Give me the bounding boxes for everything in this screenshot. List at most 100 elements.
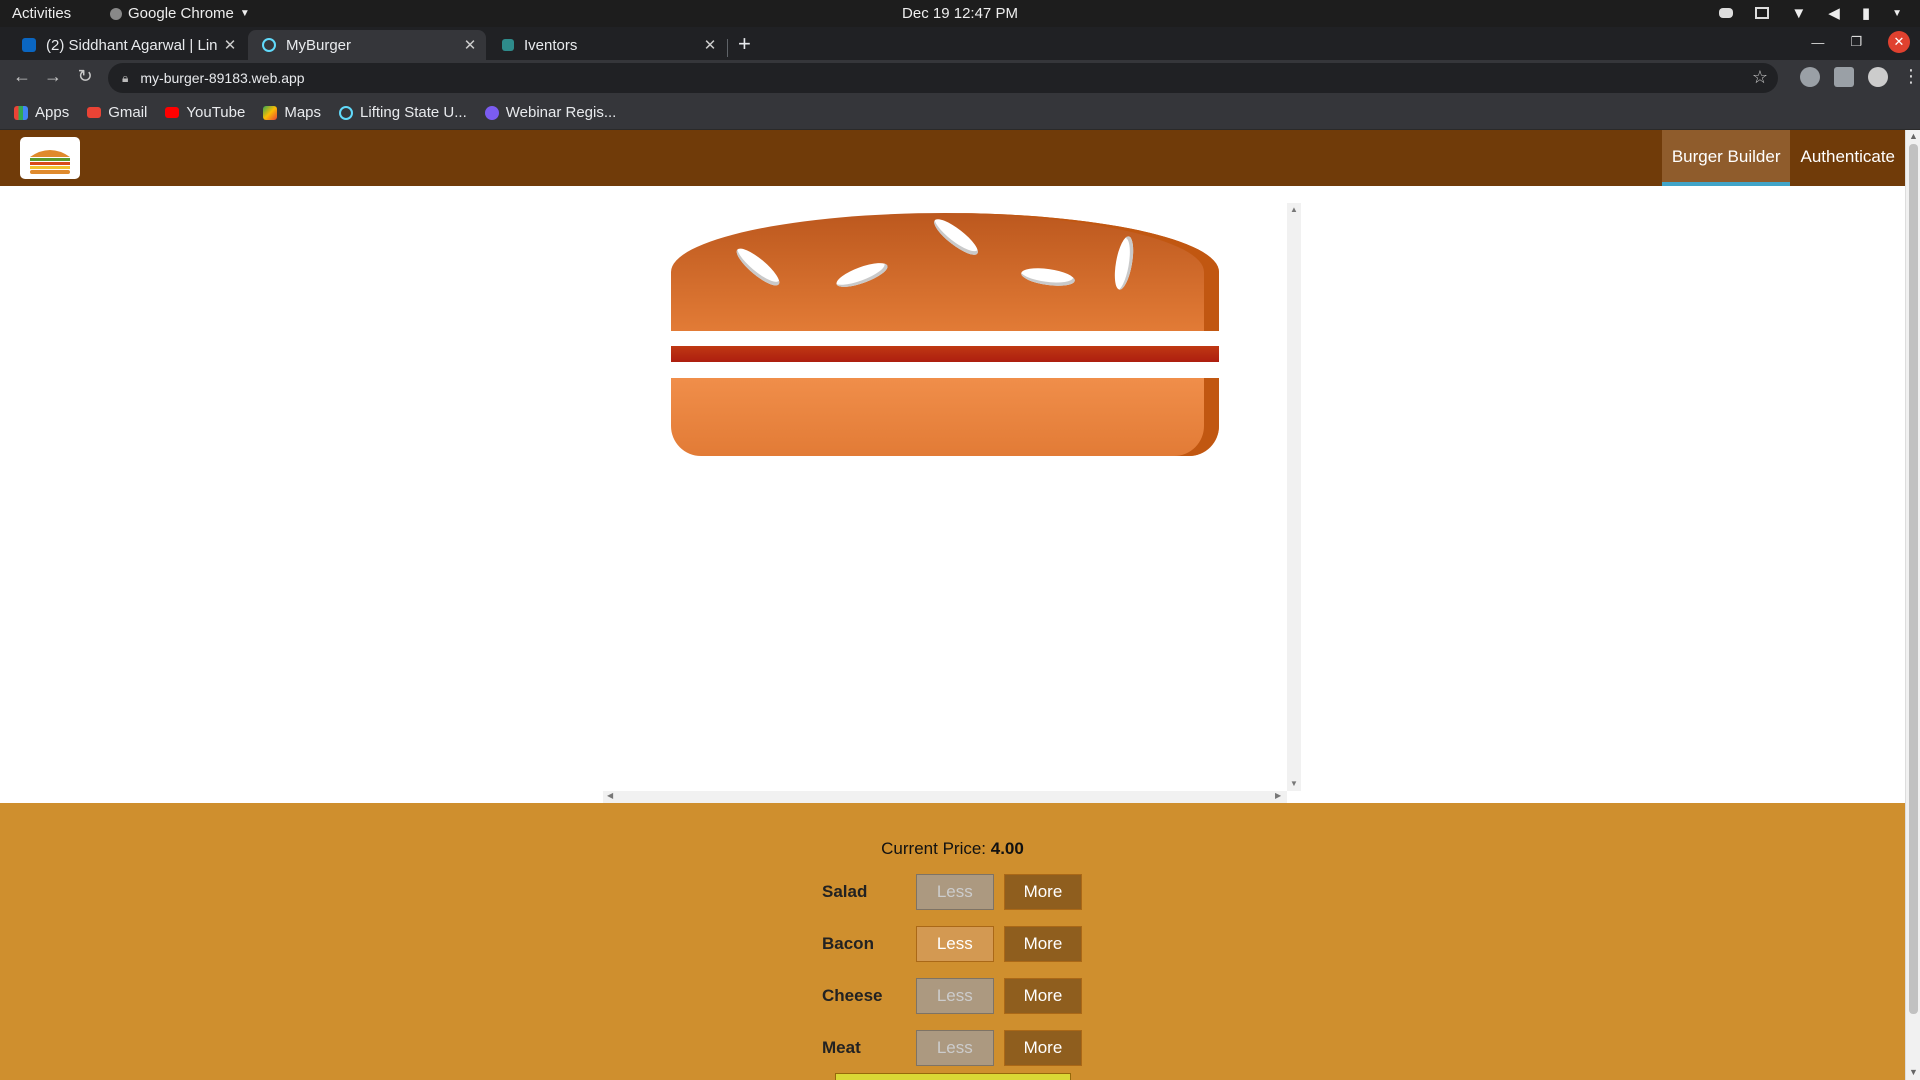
bookmark-label: Apps xyxy=(35,104,70,121)
tab-title: Iventors xyxy=(524,36,578,54)
bread-top xyxy=(671,213,1219,331)
close-tab-icon[interactable]: ✕ xyxy=(458,36,482,54)
scroll-left-icon[interactable]: ◀ xyxy=(607,791,613,800)
burger-logo[interactable] xyxy=(20,137,80,179)
wifi-icon[interactable]: ▼ xyxy=(1791,5,1806,22)
tab-iventors[interactable]: Iventors ✕ xyxy=(488,30,726,60)
clock[interactable]: Dec 19 12:47 PM xyxy=(0,5,1920,22)
close-tab-icon[interactable]: ✕ xyxy=(698,36,722,54)
bacon-more-button[interactable]: More xyxy=(1003,926,1082,962)
extension-icon[interactable] xyxy=(1800,66,1820,87)
puzzle-icon[interactable] xyxy=(1834,66,1854,87)
salad-more-button[interactable]: More xyxy=(1003,874,1082,910)
minimize-icon[interactable]: — xyxy=(1811,35,1824,50)
apps-grid-icon xyxy=(14,105,28,120)
scroll-thumb[interactable] xyxy=(1909,144,1918,1014)
more-menu-icon[interactable]: ⋮ xyxy=(1902,66,1920,87)
control-bacon: Bacon Less More xyxy=(822,926,1092,962)
url-text[interactable]: my-burger-89183.web.app xyxy=(140,70,304,86)
tab-title: (2) Siddhant Agarwal | Lin xyxy=(46,36,218,54)
maps-icon xyxy=(263,105,278,120)
build-controls: Current Price: 4.00 Salad Less More Baco… xyxy=(0,803,1905,1080)
restore-icon[interactable]: ❐ xyxy=(1850,34,1862,50)
burger-scrollbar-horizontal[interactable]: ◀ ▶ xyxy=(603,791,1287,803)
system-tray[interactable]: ▼ ◀ ▮ ▼ xyxy=(1719,4,1902,22)
scroll-down-icon[interactable]: ▼ xyxy=(1909,1067,1918,1077)
burger-scrollbar-vertical[interactable]: ▲ ▼ xyxy=(1287,203,1301,791)
app-nav: Burger Builder Authenticate xyxy=(1661,130,1905,186)
control-label: Salad xyxy=(822,882,868,901)
meat-less-button[interactable]: Less xyxy=(915,1030,994,1066)
browser-toolbar: ← → ↻ 🔒︎ my-burger-89183.web.app ☆ ⋮ xyxy=(0,60,1920,96)
discord-icon[interactable] xyxy=(1719,8,1734,18)
burger-preview: ▲ ▼ ◀ ▶ xyxy=(603,203,1303,803)
bookmark-lifting-state[interactable]: Lifting State U... xyxy=(339,104,467,121)
iventors-icon xyxy=(502,39,514,51)
power-menu-icon[interactable]: ▼ xyxy=(1892,8,1902,19)
react-icon xyxy=(262,38,276,52)
close-tab-icon[interactable]: ✕ xyxy=(218,36,242,54)
volume-icon[interactable]: ◀ xyxy=(1828,4,1840,22)
control-cheese: Cheese Less More xyxy=(822,978,1092,1014)
bookmark-youtube[interactable]: YouTube xyxy=(165,104,245,121)
linkedin-icon xyxy=(22,38,36,52)
tab-strip: (2) Siddhant Agarwal | Lin ✕ MyBurger ✕ … xyxy=(0,27,1920,60)
bookmark-maps[interactable]: Maps xyxy=(263,104,321,121)
gmail-icon xyxy=(87,107,102,118)
window-controls: — ❐ ✕ xyxy=(1811,31,1910,53)
tab-myburger[interactable]: MyBurger ✕ xyxy=(248,30,486,60)
control-meat: Meat Less More xyxy=(822,1030,1092,1066)
order-now-button[interactable] xyxy=(835,1073,1071,1080)
seed xyxy=(929,214,983,260)
bookmark-label: Gmail xyxy=(108,104,148,121)
bookmark-label: Lifting State U... xyxy=(360,104,467,121)
react-icon xyxy=(339,105,354,120)
bookmark-apps[interactable]: Apps xyxy=(14,104,69,121)
control-label: Bacon xyxy=(822,934,874,953)
lock-icon[interactable]: 🔒︎ xyxy=(122,71,128,86)
bookmark-gmail[interactable]: Gmail xyxy=(87,104,147,121)
bookmark-star-icon[interactable]: ☆ xyxy=(1752,67,1768,88)
tab-linkedin[interactable]: (2) Siddhant Agarwal | Lin ✕ xyxy=(8,30,246,60)
back-icon[interactable]: ← xyxy=(10,66,34,87)
scroll-up-icon[interactable]: ▲ xyxy=(1290,205,1298,214)
page-scrollbar[interactable]: ▲ ▼ xyxy=(1905,130,1920,1080)
price-label: Current Price: xyxy=(881,839,991,858)
cheese-more-button[interactable]: More xyxy=(1003,978,1082,1014)
address-bar[interactable]: 🔒︎ my-burger-89183.web.app ☆ xyxy=(108,63,1778,93)
bacon-layer xyxy=(671,346,1219,362)
scroll-up-icon[interactable]: ▲ xyxy=(1909,131,1918,141)
bookmark-label: YouTube xyxy=(186,104,246,121)
nav-authenticate[interactable]: Authenticate xyxy=(1790,130,1905,186)
bookmark-webinar[interactable]: Webinar Regis... xyxy=(484,104,617,121)
seed xyxy=(1111,235,1137,291)
close-window-icon[interactable]: ✕ xyxy=(1888,31,1910,53)
salad-less-button[interactable]: Less xyxy=(915,874,994,910)
forward-icon[interactable]: → xyxy=(41,66,65,87)
app-toolbar: Burger Builder Authenticate xyxy=(0,130,1905,186)
control-salad: Salad Less More xyxy=(822,874,1092,910)
meat-more-button[interactable]: More xyxy=(1003,1030,1082,1066)
control-label: Cheese xyxy=(822,986,883,1005)
tab-separator xyxy=(727,39,728,57)
zoom-icon xyxy=(484,105,499,120)
profile-avatar-icon[interactable] xyxy=(1868,66,1888,87)
scroll-down-icon[interactable]: ▼ xyxy=(1290,779,1298,788)
bacon-less-button[interactable]: Less xyxy=(915,926,994,962)
screen-icon[interactable] xyxy=(1755,7,1770,19)
new-tab-button[interactable]: + xyxy=(738,31,751,57)
cheese-less-button[interactable]: Less xyxy=(915,978,994,1014)
seed xyxy=(732,243,784,291)
nav-burger-builder[interactable]: Burger Builder xyxy=(1661,130,1791,186)
bread-bottom xyxy=(671,378,1219,456)
control-label: Meat xyxy=(822,1038,861,1057)
youtube-icon xyxy=(165,107,180,118)
reload-icon[interactable]: ↻ xyxy=(73,66,97,87)
page-viewport: Burger Builder Authenticate ▲ ▼ ◀ ▶ Curr… xyxy=(0,130,1905,1080)
battery-icon[interactable]: ▮ xyxy=(1862,4,1870,22)
scroll-right-icon[interactable]: ▶ xyxy=(1275,791,1281,800)
toolbar-actions: ⋮ xyxy=(1800,66,1920,87)
seed xyxy=(1020,265,1076,289)
bookmark-label: Webinar Regis... xyxy=(505,104,617,121)
seed xyxy=(833,258,891,292)
